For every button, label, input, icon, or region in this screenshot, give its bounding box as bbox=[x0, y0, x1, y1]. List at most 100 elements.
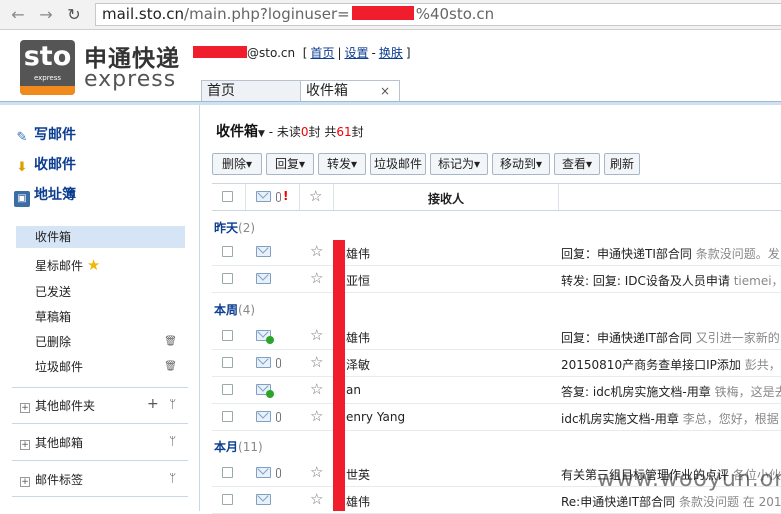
group-count: (11) bbox=[238, 440, 263, 454]
sender: an bbox=[346, 383, 361, 397]
sto-logo: sto express bbox=[20, 40, 75, 95]
star-outline-icon[interactable]: ☆ bbox=[309, 189, 322, 204]
delete-button[interactable]: 删除▾ bbox=[212, 153, 262, 175]
envelope-icon bbox=[256, 467, 271, 478]
mail-list-panel: 收件箱▼ - 未读0封 共61封 删除▾ 回复▾ 转发▾ 垃圾邮件 标记为▾ 移… bbox=[201, 105, 781, 514]
settings-icon[interactable]: ᛘ bbox=[169, 471, 176, 485]
tab-inbox[interactable]: 收件箱 × bbox=[300, 80, 400, 102]
table-row[interactable]: ☆ 雄伟 回复：申通快递TI部合同 条款没问题。发 bbox=[212, 239, 781, 266]
group-caption[interactable]: 本月(11) bbox=[214, 438, 263, 455]
star-outline-icon[interactable]: ☆ bbox=[310, 328, 323, 343]
subject[interactable]: 答复: idc机房实施文档-用章 铁梅，这是去 bbox=[561, 383, 781, 400]
divider bbox=[12, 496, 188, 497]
back-icon[interactable]: ← bbox=[8, 5, 28, 25]
unread-count: 0 bbox=[300, 125, 309, 139]
link-home[interactable]: 首页 bbox=[310, 46, 334, 60]
move-to-button[interactable]: 移动到▾ bbox=[492, 153, 550, 175]
mark-as-button[interactable]: 标记为▾ bbox=[430, 153, 488, 175]
view-button[interactable]: 查看▾ bbox=[554, 153, 600, 175]
sidebar-item-sent[interactable]: 已发送 bbox=[16, 281, 185, 303]
reload-icon[interactable]: ↻ bbox=[64, 5, 84, 25]
envelope-icon bbox=[256, 494, 271, 505]
star-outline-icon[interactable]: ☆ bbox=[310, 492, 323, 507]
header-col-select bbox=[212, 184, 246, 210]
star-outline-icon[interactable]: ☆ bbox=[310, 409, 323, 424]
contacts-button[interactable]: ▣ 地址簿 bbox=[14, 184, 76, 207]
close-icon[interactable]: × bbox=[380, 81, 390, 102]
url-path: /main.php?loginuser= bbox=[184, 5, 350, 23]
spam-button[interactable]: 垃圾邮件 bbox=[370, 153, 426, 175]
star-outline-icon[interactable]: ☆ bbox=[310, 355, 323, 370]
group-mail-tags[interactable]: + 邮件标签 bbox=[20, 471, 83, 488]
group-other-folders[interactable]: + 其他邮件夹 bbox=[20, 397, 95, 414]
add-icon[interactable]: + bbox=[147, 396, 159, 412]
subject[interactable]: 回复：申通快递IT部合同 又引进一家新的 bbox=[561, 329, 781, 346]
expand-icon[interactable]: + bbox=[20, 403, 30, 413]
sidebar-item-drafts[interactable]: 草稿箱 bbox=[16, 306, 185, 328]
star-icon: ★ bbox=[86, 256, 101, 274]
settings-icon[interactable]: ᛘ bbox=[169, 434, 176, 448]
settings-icon[interactable]: ᛘ bbox=[169, 397, 176, 411]
subject[interactable]: 回复：申通快递TI部合同 条款没问题。发 bbox=[561, 245, 781, 262]
subject-text: 转发: 回复: IDC设备及人员申请 bbox=[561, 274, 730, 288]
table-row[interactable]: ☆ 雄伟 回复：申通快递IT部合同 又引进一家新的 bbox=[212, 323, 781, 350]
button-label: 回复 bbox=[274, 157, 299, 171]
compose-button[interactable]: ✎ 写邮件 bbox=[14, 124, 76, 146]
group-other-mailboxes[interactable]: + 其他邮箱 bbox=[20, 434, 83, 451]
subject[interactable]: idc机房实施文档-用章 李总，您好，根据 bbox=[561, 410, 781, 427]
group-caption[interactable]: 昨天(2) bbox=[214, 219, 255, 236]
refresh-button[interactable]: 刷新 bbox=[604, 153, 640, 175]
row-checkbox[interactable] bbox=[222, 330, 233, 341]
link-skin[interactable]: 换肤 bbox=[379, 46, 403, 60]
subject[interactable]: Re:申通快递IT部合同 条款没问题 在 2015 bbox=[561, 493, 781, 510]
folder-title[interactable]: 收件箱 bbox=[216, 124, 258, 140]
tab-home[interactable]: 首页 bbox=[201, 80, 301, 102]
table-row[interactable]: ☆ 泽敏 20150810产商务查单接口IP添加 彭共， bbox=[212, 350, 781, 377]
trash-icon[interactable]: 🗑 bbox=[164, 356, 177, 378]
sidebar-item-spam[interactable]: 垃圾邮件 🗑 bbox=[16, 356, 185, 378]
summary-mid: 封 共 bbox=[308, 125, 337, 139]
star-outline-icon[interactable]: ☆ bbox=[310, 271, 323, 286]
trash-icon[interactable]: 🗑 bbox=[164, 331, 177, 353]
preview-text: 铁梅，这是去 bbox=[714, 385, 781, 399]
envelope-icon bbox=[256, 273, 271, 284]
tab-label: 收件箱 bbox=[306, 83, 348, 99]
row-checkbox[interactable] bbox=[222, 357, 233, 368]
subject[interactable]: 20150810产商务查单接口IP添加 彭共， bbox=[561, 356, 781, 373]
sidebar-item-deleted[interactable]: 已删除 🗑 bbox=[16, 331, 185, 353]
subject[interactable]: 转发: 回复: IDC设备及人员申请 tiemei， bbox=[561, 272, 781, 289]
forward-icon[interactable]: → bbox=[36, 5, 56, 25]
star-outline-icon[interactable]: ☆ bbox=[310, 382, 323, 397]
dropdown-caret-icon[interactable]: ▼ bbox=[258, 129, 265, 139]
select-all-checkbox[interactable] bbox=[222, 191, 233, 202]
subject-text: 20150810产商务查单接口IP添加 bbox=[561, 358, 741, 372]
row-checkbox[interactable] bbox=[222, 494, 233, 505]
receive-button[interactable]: ⬇ 收邮件 bbox=[14, 154, 76, 176]
expand-icon[interactable]: + bbox=[20, 440, 30, 450]
sidebar-item-inbox[interactable]: 收件箱 bbox=[16, 226, 185, 248]
replied-envelope-icon bbox=[256, 330, 274, 344]
row-checkbox[interactable] bbox=[222, 273, 233, 284]
address-bar[interactable]: mail.sto.cn/main.php?loginuser= %40sto.cn bbox=[95, 3, 781, 26]
star-outline-icon[interactable]: ☆ bbox=[310, 244, 323, 259]
sender: 雄伟 bbox=[346, 247, 371, 261]
link-settings[interactable]: 设置 bbox=[344, 46, 368, 60]
table-row[interactable]: ☆ an 答复: idc机房实施文档-用章 铁梅，这是去 bbox=[212, 377, 781, 404]
row-checkbox[interactable] bbox=[222, 384, 233, 395]
row-checkbox[interactable] bbox=[222, 246, 233, 257]
forward-button[interactable]: 转发▾ bbox=[318, 153, 366, 175]
star-outline-icon[interactable]: ☆ bbox=[310, 465, 323, 480]
expand-icon[interactable]: + bbox=[20, 477, 30, 487]
recipient-column-label[interactable]: 接收人 bbox=[428, 190, 464, 207]
reply-button[interactable]: 回复▾ bbox=[266, 153, 314, 175]
row-checkbox[interactable] bbox=[222, 467, 233, 478]
sidebar-item-starred[interactable]: 星标邮件 ★ bbox=[16, 254, 185, 276]
table-row[interactable]: ☆ enry Yang idc机房实施文档-用章 李总，您好，根据 bbox=[212, 404, 781, 431]
button-label: 查看 bbox=[561, 157, 586, 171]
row-checkbox[interactable] bbox=[222, 411, 233, 422]
envelope-icon bbox=[256, 357, 271, 368]
table-row[interactable]: ☆ 亚恒 转发: 回复: IDC设备及人员申请 tiemei， bbox=[212, 266, 781, 293]
group-caption[interactable]: 本周(4) bbox=[214, 301, 255, 318]
sender: 世英 bbox=[346, 468, 371, 482]
folder-label: 收件箱 bbox=[35, 230, 72, 244]
